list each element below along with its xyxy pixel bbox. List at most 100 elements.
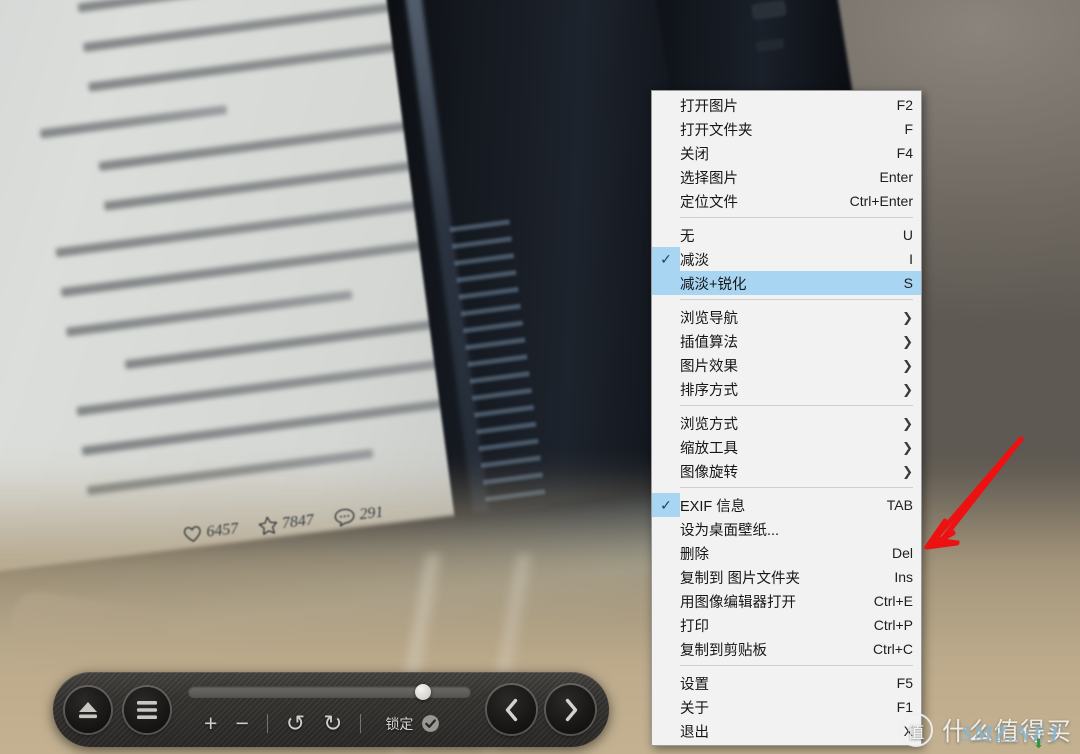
menu-item[interactable]: 设为桌面壁纸... bbox=[652, 517, 921, 541]
menu-item-gutter bbox=[652, 565, 680, 589]
menu-item[interactable]: 浏览导航 ❯ bbox=[652, 305, 921, 329]
menu-item-label: 减淡+锐化 bbox=[680, 276, 747, 293]
menu-item-label: 减淡 bbox=[680, 252, 709, 269]
menu-item-shortcut: Ins bbox=[894, 569, 913, 585]
menu-item-shortcut: S bbox=[903, 275, 913, 291]
menu-item-label: 设置 bbox=[680, 676, 709, 693]
menu-item[interactable]: 复制到 图片文件夹 Ins bbox=[652, 565, 921, 589]
lock-toggle[interactable]: 锁定 bbox=[385, 714, 440, 734]
watermark-subtext: SMZ.NET bbox=[960, 721, 1062, 746]
menu-item[interactable]: 打印 Ctrl+P bbox=[652, 613, 921, 637]
menu-item-label: 关于 bbox=[680, 700, 709, 717]
menu-item-label: 图像旋转 bbox=[680, 464, 738, 481]
toolbar-divider-1 bbox=[266, 714, 268, 733]
menu-item[interactable]: 打开图片 F2 bbox=[652, 93, 921, 117]
menu-item[interactable]: 图片效果 ❯ bbox=[652, 353, 921, 377]
menu-item[interactable]: 浏览方式 ❯ bbox=[652, 411, 921, 435]
toolbar-mini-buttons: + − ↺ ↻ 锁定 bbox=[204, 712, 440, 735]
zoom-out-button[interactable]: − bbox=[235, 712, 248, 735]
watermark-badge-icon: ⬇ bbox=[1033, 736, 1044, 751]
menu-item-gutter bbox=[652, 93, 680, 117]
menu-button[interactable] bbox=[124, 686, 170, 733]
menu-item[interactable]: 复制到剪贴板 Ctrl+C bbox=[652, 637, 921, 661]
next-image-button[interactable] bbox=[546, 685, 595, 734]
menu-item-label: 排序方式 bbox=[680, 382, 738, 399]
menu-item-check-icon: ✓ bbox=[652, 247, 680, 271]
menu-item[interactable]: 无U bbox=[652, 223, 921, 247]
menu-item-gutter bbox=[652, 719, 680, 743]
menu-item-label: 打印 bbox=[680, 618, 709, 635]
lock-label: 锁定 bbox=[385, 715, 414, 732]
lock-check-icon bbox=[422, 715, 440, 732]
menu-item[interactable]: 退出 X bbox=[652, 719, 921, 743]
toolbar-left-group bbox=[65, 686, 170, 733]
menu-item[interactable]: 关于 F1 bbox=[652, 695, 921, 719]
menu-separator bbox=[680, 217, 913, 219]
menu-item-shortcut: Ctrl+C bbox=[872, 641, 913, 657]
stat-likes-value: 6457 bbox=[205, 519, 240, 541]
menu-item-label: 插值算法 bbox=[680, 334, 738, 351]
menu-item-shortcut: F2 bbox=[896, 97, 913, 113]
menu-item[interactable]: 关闭 F4 bbox=[652, 141, 921, 165]
menu-item[interactable]: 排序方式 ❯ bbox=[652, 377, 921, 401]
menu-item[interactable]: 缩放工具 ❯ bbox=[652, 435, 921, 459]
menu-item[interactable]: 选择图片 Enter bbox=[652, 165, 921, 189]
eject-button[interactable] bbox=[65, 686, 111, 733]
chevron-right-icon bbox=[565, 698, 577, 721]
menu-item[interactable]: 插值算法 ❯ bbox=[652, 329, 921, 353]
menu-item-gutter bbox=[652, 271, 680, 295]
menu-item-gutter bbox=[652, 189, 680, 213]
menu-item-label: 定位文件 bbox=[680, 194, 738, 211]
bottom-toolbar[interactable]: + − ↺ ↻ 锁定 bbox=[53, 672, 609, 747]
hamburger-menu-icon bbox=[137, 700, 157, 719]
zoom-slider[interactable] bbox=[188, 684, 471, 700]
menu-item-label: 复制到剪贴板 bbox=[680, 642, 767, 659]
menu-item-label: 缩放工具 bbox=[680, 440, 738, 457]
menu-item[interactable]: 定位文件 Ctrl+Enter bbox=[652, 189, 921, 213]
menu-item[interactable]: 设置 F5 bbox=[652, 671, 921, 695]
menu-item-gutter bbox=[652, 223, 680, 247]
rotate-right-button[interactable]: ↻ bbox=[323, 712, 342, 735]
eject-icon bbox=[79, 701, 97, 718]
check-icon: ✓ bbox=[660, 497, 672, 513]
toolbar-right-group bbox=[487, 685, 595, 734]
menu-item-gutter bbox=[652, 377, 680, 401]
menu-item-label: 选择图片 bbox=[680, 170, 738, 187]
chevron-right-icon: ❯ bbox=[902, 463, 913, 479]
menu-item-shortcut: F5 bbox=[896, 675, 913, 691]
menu-item-label: 设为桌面壁纸... bbox=[680, 522, 780, 539]
chevron-right-icon: ❯ bbox=[902, 357, 913, 373]
menu-item-shortcut: U bbox=[902, 227, 913, 243]
menu-item-label: 无 bbox=[680, 228, 695, 245]
context-menu[interactable]: 打开图片 F2 打开文件夹 F 关闭 F4 选择图片 Enter 定位文件 Ctrl+Enter 无… bbox=[651, 90, 922, 746]
zoom-in-button[interactable]: + bbox=[204, 712, 217, 735]
menu-item-label: 打开文件夹 bbox=[680, 122, 753, 139]
menu-item[interactable]: 删除 Del bbox=[652, 541, 921, 565]
previous-image-button[interactable] bbox=[487, 685, 536, 734]
menu-item[interactable]: 打开文件夹 F bbox=[652, 117, 921, 141]
menu-item[interactable]: 用图像编辑器打开 Ctrl+E bbox=[652, 589, 921, 613]
menu-separator bbox=[680, 299, 913, 301]
menu-item[interactable]: 减淡+锐化 S bbox=[652, 271, 921, 295]
ugreen-brand-wrap: UGREEN bbox=[646, 0, 686, 90]
stat-comments-value: 291 bbox=[358, 503, 385, 523]
menu-item-shortcut: I bbox=[909, 251, 913, 267]
stat-favorites-value: 7847 bbox=[280, 511, 315, 532]
menu-item-gutter bbox=[652, 459, 680, 483]
menu-item-gutter bbox=[652, 305, 680, 329]
menu-item-label: 退出 bbox=[680, 724, 709, 741]
menu-item-shortcut: Enter bbox=[879, 169, 913, 185]
chevron-right-icon: ❯ bbox=[902, 415, 913, 431]
menu-item[interactable]: ✓ EXIF 信息 TAB bbox=[652, 493, 921, 517]
menu-item[interactable]: 图像旋转 ❯ bbox=[652, 459, 921, 483]
menu-item-label: 关闭 bbox=[680, 146, 709, 163]
rotate-left-button[interactable]: ↺ bbox=[286, 712, 305, 735]
menu-separator bbox=[680, 487, 913, 489]
zoom-slider-knob[interactable] bbox=[414, 684, 431, 700]
menu-item-label: 浏览导航 bbox=[680, 310, 738, 327]
chevron-right-icon: ❯ bbox=[902, 381, 913, 397]
menu-item-shortcut: F bbox=[904, 121, 913, 137]
menu-item-shortcut: Ctrl+P bbox=[873, 617, 913, 633]
menu-item[interactable]: ✓ 减淡 I bbox=[652, 247, 921, 271]
menu-item-shortcut: Ctrl+E bbox=[873, 593, 913, 609]
